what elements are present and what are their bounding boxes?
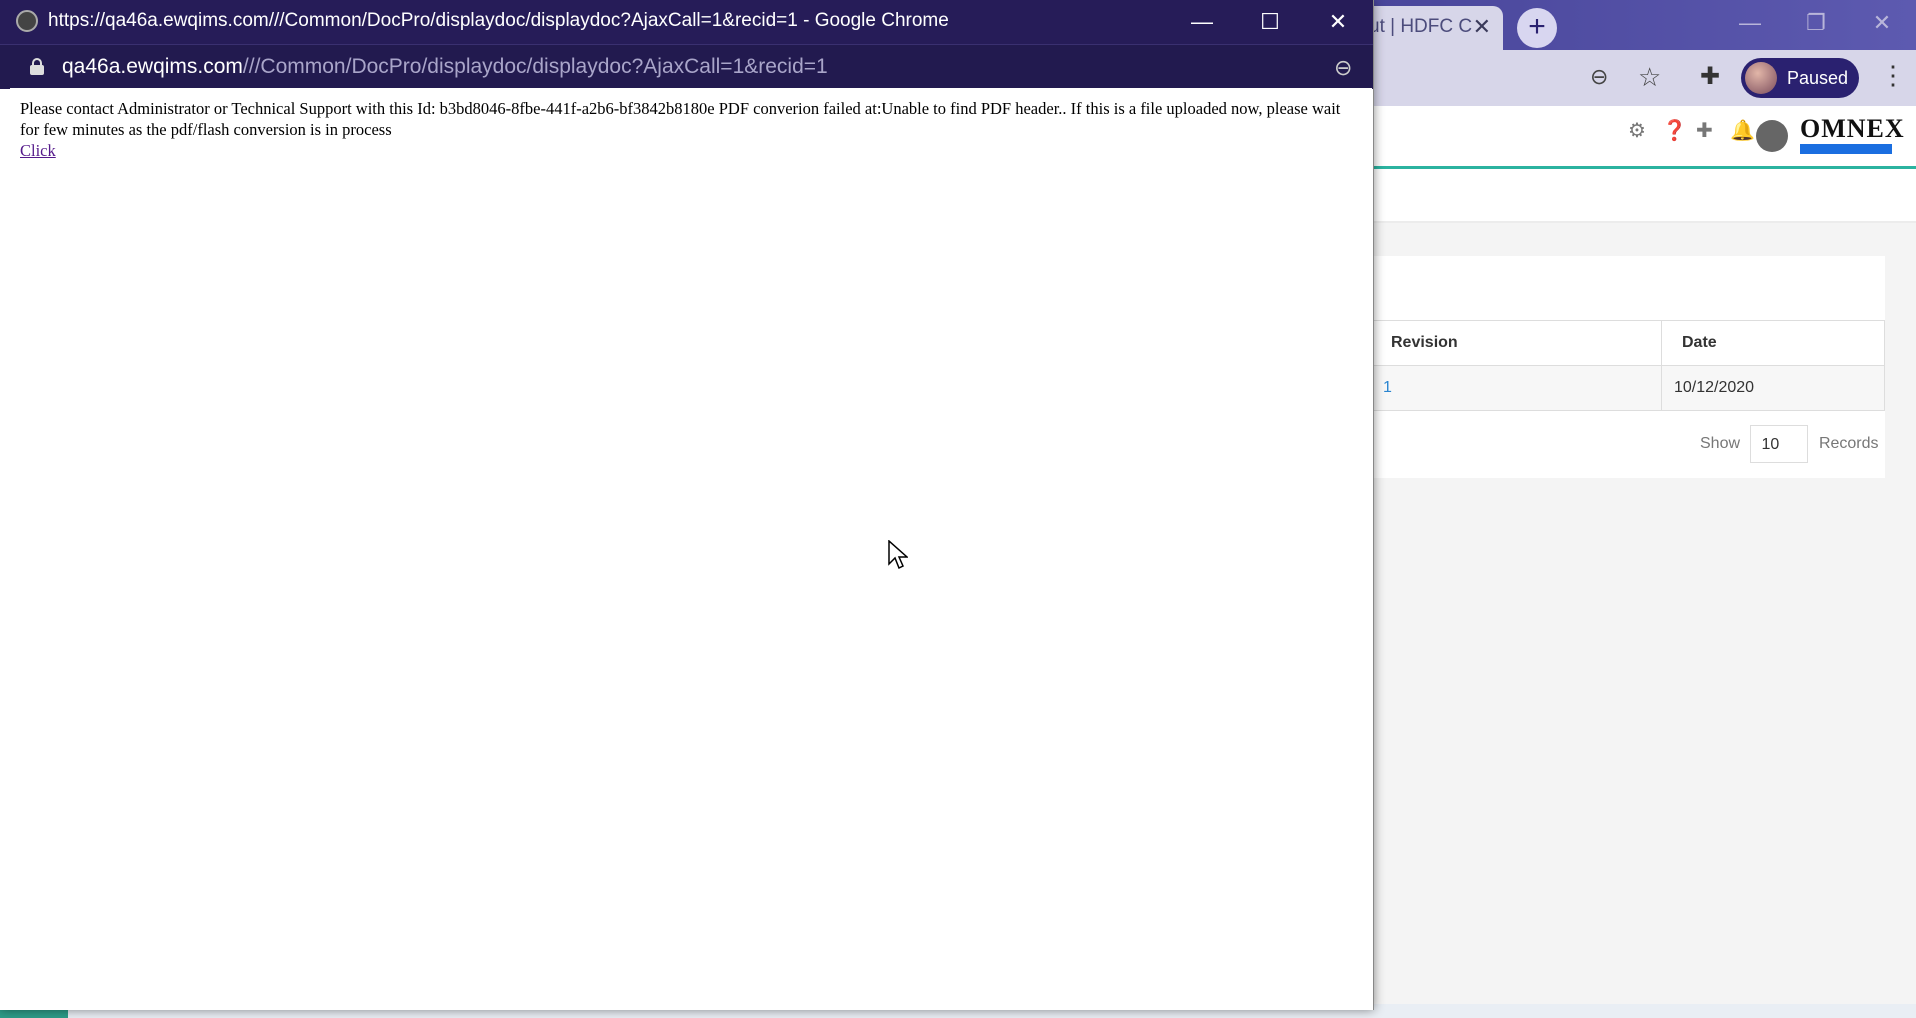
mouse-cursor-icon [888,540,908,570]
revision-link[interactable]: 1 [1383,379,1392,396]
popup-close-button[interactable]: ✕ [1304,0,1372,44]
lock-icon [30,58,44,75]
popup-minimize-button[interactable]: — [1168,0,1236,44]
popup-content: Please contact Administrator or Technica… [10,88,1372,1010]
plus-icon[interactable]: ✚ [1696,118,1713,143]
avatar [1745,62,1777,94]
revision-header: Revision [1370,320,1662,366]
popup-maximize-button[interactable]: ☐ [1236,0,1304,44]
bookmark-star-icon[interactable]: ☆ [1638,62,1661,93]
user-avatar[interactable] [1756,120,1788,152]
popup-addressbar[interactable]: qa46a.ewqims.com///Common/DocPro/display… [0,44,1373,89]
tab-close-icon[interactable]: ✕ [1473,14,1491,40]
popup-titlebar[interactable]: https://qa46a.ewqims.com///Common/DocPro… [0,0,1373,44]
records-pager: Show 10 Records [1700,425,1879,463]
url-text[interactable]: qa46a.ewqims.com///Common/DocPro/display… [62,55,828,79]
popup-window: https://qa46a.ewqims.com///Common/DocPro… [0,0,1374,1010]
extensions-puzzle-icon[interactable]: ✚ [1700,62,1720,91]
url-path: ///Common/DocPro/displaydoc/displaydoc?A… [242,55,828,78]
click-link[interactable]: Click [20,140,56,161]
profile-button[interactable]: Paused [1741,58,1859,98]
popup-title: https://qa46a.ewqims.com///Common/DocPro… [48,10,949,31]
profile-label: Paused [1787,68,1849,88]
help-icon[interactable]: ❓ [1662,118,1687,143]
new-tab-button[interactable]: + [1517,8,1557,48]
browser-menu-icon[interactable]: ⋮ [1880,60,1906,91]
close-window-button[interactable]: ✕ [1852,6,1912,40]
browser-tab-hdfc[interactable]: ut | HDFC C ✕ [1355,6,1503,50]
table-row: 1 10/12/2020 [1370,365,1885,411]
zoom-out-icon[interactable]: ⊖ [1590,64,1608,90]
minimize-button[interactable]: — [1720,6,1780,40]
records-per-page-input[interactable]: 10 [1750,425,1809,463]
globe-icon [16,10,38,32]
url-host: qa46a.ewqims.com [62,55,243,78]
restore-button[interactable]: ❐ [1786,6,1846,40]
bell-icon[interactable]: 🔔 [1730,118,1755,143]
omnex-logo: OMNEX [1800,116,1904,154]
date-header: Date [1661,320,1885,366]
gear-icon[interactable]: ⚙ [1628,118,1646,143]
error-message: Please contact Administrator or Technica… [20,99,1341,139]
tab-title: ut | HDFC C [1369,16,1473,37]
show-label: Show [1700,435,1741,453]
records-label: Records [1818,435,1879,453]
date-cell: 10/12/2020 [1661,365,1885,411]
zoom-out-icon[interactable]: ⊖ [1334,55,1352,81]
revision-table: Revision Date 1 10/12/2020 [1370,320,1885,411]
